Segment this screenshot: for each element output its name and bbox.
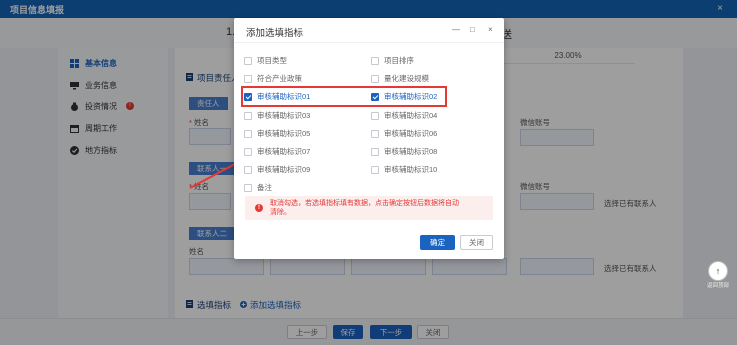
checkbox[interactable] (244, 56, 252, 65)
checkbox[interactable] (244, 147, 252, 156)
option-project-sort[interactable]: 项目排序 (371, 55, 414, 66)
confirm-button[interactable]: 确定 (420, 235, 455, 250)
option-audit-aux-07[interactable]: 审核辅助标识07 (244, 146, 310, 157)
option-remarks[interactable]: 备注 (244, 182, 272, 193)
option-quantified-scale[interactable]: 量化建设规模 (371, 73, 429, 84)
checkbox[interactable] (371, 147, 379, 156)
option-audit-aux-06[interactable]: 审核辅助标识06 (371, 128, 437, 139)
checkbox[interactable] (244, 183, 252, 192)
option-audit-aux-04[interactable]: 审核辅助标识04 (371, 110, 437, 121)
option-audit-aux-08[interactable]: 审核辅助标识08 (371, 146, 437, 157)
checkbox[interactable] (244, 165, 252, 174)
checkbox[interactable] (371, 129, 379, 138)
checkbox[interactable] (371, 56, 379, 65)
highlight-box (241, 86, 447, 107)
warning-text: 取消勾选，若选填指标填有数据，点击确定按钮后数据将自动清除。 (270, 200, 459, 216)
checkbox[interactable] (244, 111, 252, 120)
add-indicator-dialog: 添加选填指标 — □ × 项目类型 符合产业政策 审核辅助标识01 审核辅助标识… (234, 18, 504, 259)
option-audit-aux-05[interactable]: 审核辅助标识05 (244, 128, 310, 139)
warning-notice: ! 取消勾选，若选填指标填有数据，点击确定按钮后数据将自动清除。 (245, 196, 493, 220)
checkbox[interactable] (371, 165, 379, 174)
maximize-icon[interactable]: □ (470, 25, 475, 34)
exclamation-circle-icon: ! (255, 204, 263, 212)
option-project-type[interactable]: 项目类型 (244, 55, 287, 66)
dialog-cancel-button[interactable]: 关闭 (460, 235, 493, 250)
minimize-icon[interactable]: — (452, 25, 460, 34)
dialog-title: 添加选填指标 (246, 28, 304, 39)
checkbox[interactable] (371, 111, 379, 120)
option-audit-aux-03[interactable]: 审核辅助标识03 (244, 110, 310, 121)
option-audit-aux-09[interactable]: 审核辅助标识09 (244, 164, 310, 175)
checkbox[interactable] (244, 129, 252, 138)
checkbox[interactable] (244, 74, 252, 83)
dialog-close-icon[interactable]: × (488, 25, 493, 34)
option-industry-policy[interactable]: 符合产业政策 (244, 73, 302, 84)
checkbox[interactable] (371, 74, 379, 83)
dialog-divider (234, 42, 504, 43)
option-audit-aux-10[interactable]: 审核辅助标识10 (371, 164, 437, 175)
